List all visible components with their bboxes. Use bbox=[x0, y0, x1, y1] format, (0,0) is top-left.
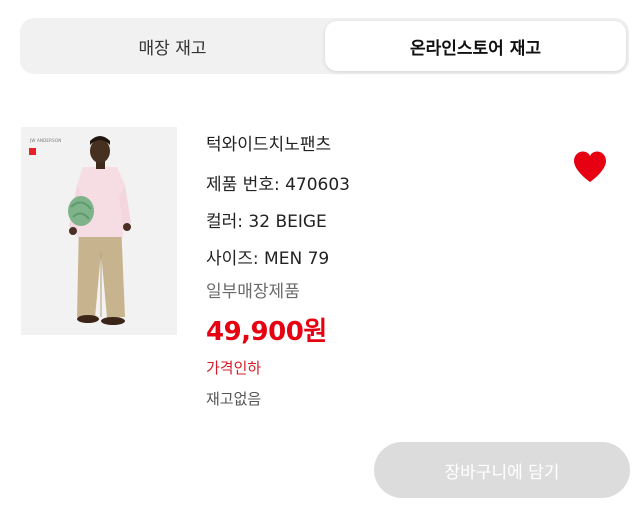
store-stock-page: 매장 재고 온라인스토어 재고 JW ANDERSON 턱와이드치노팬츠 제품 … bbox=[0, 0, 643, 516]
stock-tabs: 매장 재고 온라인스토어 재고 bbox=[20, 18, 629, 74]
price-tag-label: 가격인하 bbox=[206, 359, 262, 377]
product-color: 컬러: 32 BEIGE bbox=[206, 212, 327, 232]
stock-status: 재고없음 bbox=[206, 390, 262, 408]
tab-store-stock[interactable]: 매장 재고 bbox=[20, 18, 325, 74]
tab-online-stock[interactable]: 온라인스토어 재고 bbox=[325, 21, 626, 71]
product-name[interactable]: 턱와이드치노팬츠 bbox=[206, 130, 331, 155]
availability-note: 일부매장제품 bbox=[206, 282, 300, 302]
product-price: 49,900원 bbox=[206, 317, 327, 347]
model-photo bbox=[68, 136, 131, 325]
favorite-button[interactable] bbox=[572, 150, 608, 184]
product-image[interactable]: JW ANDERSON bbox=[21, 127, 177, 335]
product-size: 사이즈: MEN 79 bbox=[206, 249, 330, 269]
product-number: 제품 번호: 470603 bbox=[206, 175, 350, 195]
add-to-cart-button[interactable]: 장바구니에 담기 bbox=[374, 442, 630, 498]
heart-icon bbox=[574, 151, 606, 182]
